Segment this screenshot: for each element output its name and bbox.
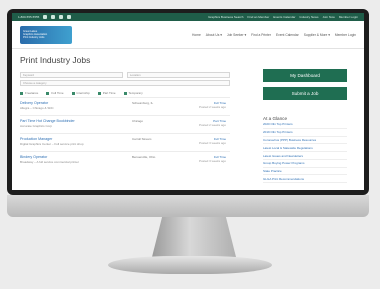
- checkbox-icon[interactable]: [97, 91, 101, 95]
- site-header: Great Lakes Graphics Association Print I…: [12, 21, 364, 49]
- glance-link[interactable]: 2020 Olin Top Printers: [263, 121, 347, 129]
- job-date: Posted 2 weeks ago: [198, 105, 226, 109]
- twitter-icon[interactable]: [51, 15, 56, 19]
- browser-screen: 1-800-555-5555 Graphics Business Search …: [12, 13, 364, 190]
- job-company: Digital Graphics Center – Full service p…: [20, 142, 84, 146]
- job-location: Schaumburg, IL: [132, 101, 154, 105]
- topbar-link[interactable]: Member Login: [339, 15, 358, 19]
- job-date: Posted 2 weeks ago: [198, 123, 226, 127]
- checkbox-icon[interactable]: [20, 91, 23, 95]
- job-location: Bensenville, Ohio: [132, 155, 156, 159]
- glance-link[interactable]: 2019 Olin Top Printers: [263, 129, 347, 137]
- topbar-link[interactable]: Events Calendar: [273, 15, 295, 19]
- glance-link[interactable]: Group Buying Power Programs: [263, 160, 347, 168]
- main-content: Print Industry Jobs Keyword Location Cho…: [12, 51, 364, 190]
- job-type-filters: Freelance Full Time Internship Part Time…: [20, 91, 230, 95]
- search-icon[interactable]: [67, 15, 72, 19]
- nav-supplier[interactable]: Supplier & More ▾: [304, 33, 330, 37]
- topbar-link[interactable]: Graphics Business Search: [208, 15, 243, 19]
- phone-number: 1-800-555-5555: [18, 15, 40, 19]
- glance-link[interactable]: GLGA Print Recommendations: [263, 175, 347, 184]
- job-row[interactable]: Production Manager Digital Graphics Cent…: [20, 133, 230, 149]
- glance-link[interactable]: State Practice: [263, 168, 347, 176]
- checkbox-icon[interactable]: [123, 91, 127, 95]
- nav-find-printer[interactable]: Find a Printer: [251, 33, 271, 37]
- filter-part-time[interactable]: Part Time: [97, 91, 116, 95]
- nav-job-seeker[interactable]: Job Seeker ▾: [227, 33, 246, 37]
- job-location: Chicago: [132, 119, 144, 123]
- checkbox-icon[interactable]: [71, 91, 75, 95]
- monitor-bezel: 1-800-555-5555 Graphics Business Search …: [7, 9, 369, 195]
- job-title[interactable]: Bindery Operator: [20, 155, 47, 159]
- filter-temporary[interactable]: Temporary: [123, 91, 143, 95]
- at-a-glance-list: 2020 Olin Top Printers 2019 Olin Top Pri…: [263, 121, 347, 184]
- glance-link[interactable]: Latest Issues and Newsletters: [263, 152, 347, 160]
- location-input[interactable]: Location: [127, 72, 230, 78]
- filter-internship[interactable]: Internship: [71, 91, 90, 95]
- nav-event-calendar[interactable]: Event Calendar: [276, 33, 299, 37]
- sidebar: My Dashboard Submit a Job At a Glance 20…: [263, 69, 347, 184]
- submit-job-button[interactable]: Submit a Job: [263, 87, 347, 100]
- job-company: Allegra – Chicago & SDC: [20, 106, 54, 110]
- topbar-link[interactable]: Find an Member: [247, 15, 269, 19]
- google-plus-icon[interactable]: [59, 15, 64, 19]
- page-title: Print Industry Jobs: [20, 55, 91, 65]
- main-nav: Home About Us ▾ Job Seeker ▾ Find a Prin…: [192, 33, 356, 37]
- topbar-link[interactable]: Join Now: [322, 15, 334, 19]
- checkbox-icon[interactable]: [46, 91, 50, 95]
- job-row[interactable]: Bindery Operator Broadway – A full servi…: [20, 151, 230, 167]
- job-row[interactable]: Delivery Operator Allegra – Chicago & SD…: [20, 97, 230, 113]
- job-date: Posted 3 weeks ago: [198, 141, 226, 145]
- topbar-link[interactable]: Industry News: [299, 15, 318, 19]
- my-dashboard-button[interactable]: My Dashboard: [263, 69, 347, 82]
- job-company: Accurate Graphics Corp: [20, 124, 53, 128]
- job-location: Carroll Stream: [132, 137, 152, 141]
- logo-line: Print Industry Jobs: [23, 36, 45, 40]
- job-title[interactable]: Production Manager: [20, 137, 52, 141]
- job-title[interactable]: Delivery Operator: [20, 101, 48, 105]
- job-date: Posted 3 weeks ago: [198, 159, 226, 163]
- glance-link[interactable]: Latest Local & Statewide Regulations: [263, 144, 347, 153]
- monitor-stand-base: [108, 256, 272, 274]
- job-title[interactable]: Part Time Hot Change Bookbinder: [20, 119, 75, 123]
- filter-full-time[interactable]: Full Time: [46, 91, 64, 95]
- utility-bar: 1-800-555-5555 Graphics Business Search …: [12, 13, 364, 21]
- site-logo[interactable]: Great Lakes Graphics Association Print I…: [20, 25, 72, 44]
- job-row[interactable]: Part Time Hot Change Bookbinder Accurate…: [20, 115, 230, 131]
- job-company: Broadway – A full service commercial pri…: [20, 160, 79, 164]
- glance-link[interactable]: Coronavirus (PPP) Business Resources: [263, 137, 347, 145]
- facebook-icon[interactable]: [43, 15, 48, 19]
- monitor-chin: [7, 195, 369, 217]
- monitor-stand-neck: [152, 217, 236, 257]
- category-select[interactable]: Choose a category: [20, 80, 230, 86]
- keyword-input[interactable]: Keyword: [20, 72, 123, 78]
- nav-home[interactable]: Home: [192, 33, 201, 37]
- job-listing-panel: Keyword Location Choose a category Freel…: [20, 69, 230, 167]
- filter-freelance[interactable]: Freelance: [20, 91, 38, 95]
- nav-member-login[interactable]: Member Login: [335, 33, 356, 37]
- nav-about[interactable]: About Us ▾: [206, 33, 222, 37]
